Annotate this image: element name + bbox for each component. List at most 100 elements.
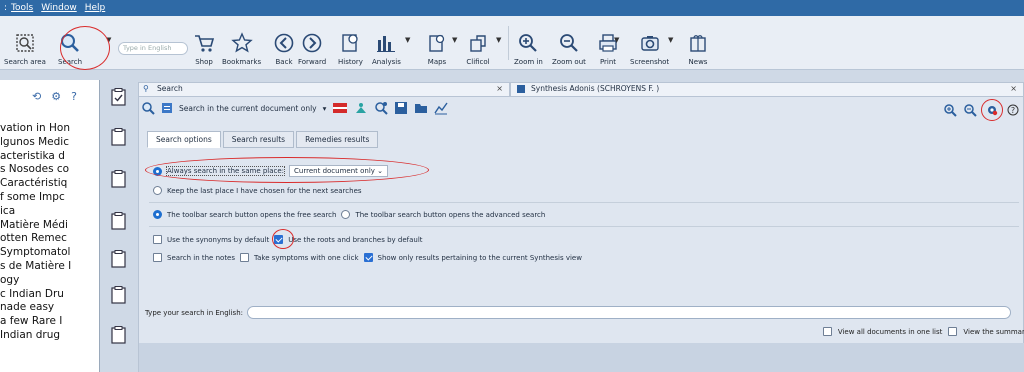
search-dropdown-caret[interactable]: ▼ (106, 36, 111, 44)
list-item[interactable]: c Indian Dru (0, 288, 99, 302)
place-select[interactable]: Current document only ⌄ (289, 165, 389, 177)
help-icon[interactable]: ? (71, 90, 77, 103)
clipboard-icon[interactable] (111, 250, 126, 268)
clipboard-check-icon[interactable] (111, 88, 126, 106)
view-summary-checkbox[interactable] (948, 327, 958, 336)
left-panel-tools: ⟲ ⚙ ? (6, 86, 94, 106)
link-icon[interactable]: ⟲ (32, 90, 41, 103)
news-icon (686, 31, 710, 55)
list-item[interactable]: Indian drug (0, 329, 99, 343)
maps-dropdown-caret[interactable]: ▼ (452, 36, 457, 44)
clipboard-icon[interactable] (111, 286, 126, 304)
zoom-out-button[interactable]: Zoom out (552, 20, 586, 66)
chart-icon[interactable] (434, 101, 448, 115)
magnifier-icon (58, 31, 82, 55)
option-keep-last-row: Keep the last place I have chosen for th… (153, 186, 362, 195)
type-search-row: Type your search in English: (145, 306, 1011, 319)
history-button[interactable]: History (338, 20, 363, 66)
search-options-area: Always search in the same place: Current… (143, 147, 1019, 277)
search-button[interactable]: Search (58, 20, 82, 66)
tab-search[interactable]: ⚲ Search × (138, 82, 510, 96)
left-document-panel: ⟲ ⚙ ? vation in Hon lgunos Medic acteris… (0, 80, 100, 372)
tab-remedies-results[interactable]: Remedies results (296, 131, 379, 148)
list-item[interactable]: lgunos Medic (0, 136, 99, 150)
list-item[interactable]: nade easy (0, 301, 99, 315)
zoom-in-icon[interactable] (943, 103, 957, 117)
list-item[interactable]: vation in Hon (0, 122, 99, 136)
toolbar-search-input[interactable]: Type in English (118, 42, 188, 55)
screenshot-dropdown-caret[interactable]: ▼ (668, 36, 673, 44)
list-item[interactable]: Matière Médi (0, 219, 99, 233)
synonyms-checkbox[interactable] (153, 235, 162, 244)
search-scope-select[interactable]: Search in the current document only (179, 104, 317, 113)
screenshot-button[interactable]: Screenshot (630, 20, 669, 66)
zoom-out-icon (557, 31, 581, 55)
advanced-search-icon[interactable] (374, 101, 389, 115)
list-item[interactable]: Symptomatol (0, 246, 99, 260)
bookmarks-button[interactable]: Bookmarks (222, 20, 261, 66)
tab-synthesis[interactable]: Synthesis Adonis (SCHROYENS F. ) × (510, 82, 1024, 96)
analysis-button[interactable]: Analysis (372, 20, 401, 66)
close-icon[interactable]: × (496, 83, 503, 95)
menu-dot-icon: : (4, 3, 8, 13)
magnifier-icon[interactable] (141, 101, 155, 115)
list-item[interactable]: ica (0, 205, 99, 219)
keep-last-radio[interactable] (153, 186, 162, 195)
back-button[interactable]: Back (272, 20, 296, 66)
clipboard-icon[interactable] (111, 326, 126, 344)
clificol-button[interactable]: Clificol (466, 20, 490, 66)
folder-icon[interactable] (414, 101, 428, 115)
view-all-checkbox[interactable] (822, 327, 832, 336)
clipboard-icon[interactable] (111, 212, 126, 230)
take-symptoms-checkbox[interactable] (240, 253, 250, 262)
list-item[interactable]: otten Remec (0, 232, 99, 246)
save-icon[interactable] (394, 101, 408, 115)
gear-icon[interactable]: ⚙ (51, 90, 61, 103)
menu-window[interactable]: Window (41, 3, 77, 13)
analysis-dropdown-caret[interactable]: ▼ (405, 36, 410, 44)
notes-checkbox[interactable] (153, 253, 162, 262)
menu-help[interactable]: Help (85, 3, 106, 13)
option-toolbar-button-row: The toolbar search button opens the free… (153, 210, 545, 219)
view-options: View all documents in one list View the … (822, 327, 1024, 336)
search-area-button[interactable]: Search area (4, 20, 46, 66)
same-place-radio[interactable] (153, 166, 162, 176)
forward-button[interactable]: Forward (298, 20, 326, 66)
chevron-down-icon[interactable]: ▾ (323, 104, 327, 113)
zoom-out-icon[interactable] (963, 103, 977, 117)
clificol-dropdown-caret[interactable]: ▼ (496, 36, 501, 44)
search-input[interactable] (247, 306, 1011, 319)
search-panel: Search in the current document only ▾ ? … (138, 96, 1024, 372)
remedy-icon[interactable] (354, 101, 368, 115)
flag-icon[interactable] (332, 102, 348, 114)
clipboard-icon[interactable] (111, 170, 126, 188)
print-dropdown-caret[interactable]: ▼ (614, 36, 619, 44)
roots-checkbox[interactable] (274, 235, 284, 244)
advanced-search-radio[interactable] (341, 210, 351, 219)
list-item[interactable]: s de Matière I (0, 260, 99, 274)
close-icon[interactable]: × (1010, 83, 1017, 95)
list-item[interactable]: acteristika d (0, 150, 99, 164)
tab-search-results[interactable]: Search results (222, 131, 295, 148)
zoom-in-button[interactable]: Zoom in (514, 20, 543, 66)
list-item[interactable]: ogy (0, 274, 99, 288)
news-button[interactable]: News (686, 20, 710, 66)
list-item[interactable]: s Nosodes co (0, 163, 99, 177)
free-search-radio[interactable] (153, 210, 162, 219)
menu-tools[interactable]: Tools (11, 3, 33, 13)
search-panel-toolbar: Search in the current document only ▾ (141, 99, 448, 117)
list-item[interactable]: a few Rare I (0, 315, 99, 329)
tab-search-options[interactable]: Search options (147, 131, 221, 148)
maps-icon (425, 31, 449, 55)
search-subtabs: Search options Search results Remedies r… (147, 131, 379, 148)
clificol-icon (466, 31, 490, 55)
help-icon[interactable]: ? (1007, 104, 1019, 116)
shop-button[interactable]: Shop (192, 20, 216, 66)
bar-chart-icon (374, 31, 398, 55)
show-only-checkbox[interactable] (363, 253, 373, 262)
settings-button[interactable] (981, 99, 1003, 121)
maps-button[interactable]: Maps (425, 20, 449, 66)
clipboard-icon[interactable] (111, 128, 126, 146)
list-item[interactable]: f some Impc (0, 191, 99, 205)
list-item[interactable]: Caractéristiq (0, 177, 99, 191)
